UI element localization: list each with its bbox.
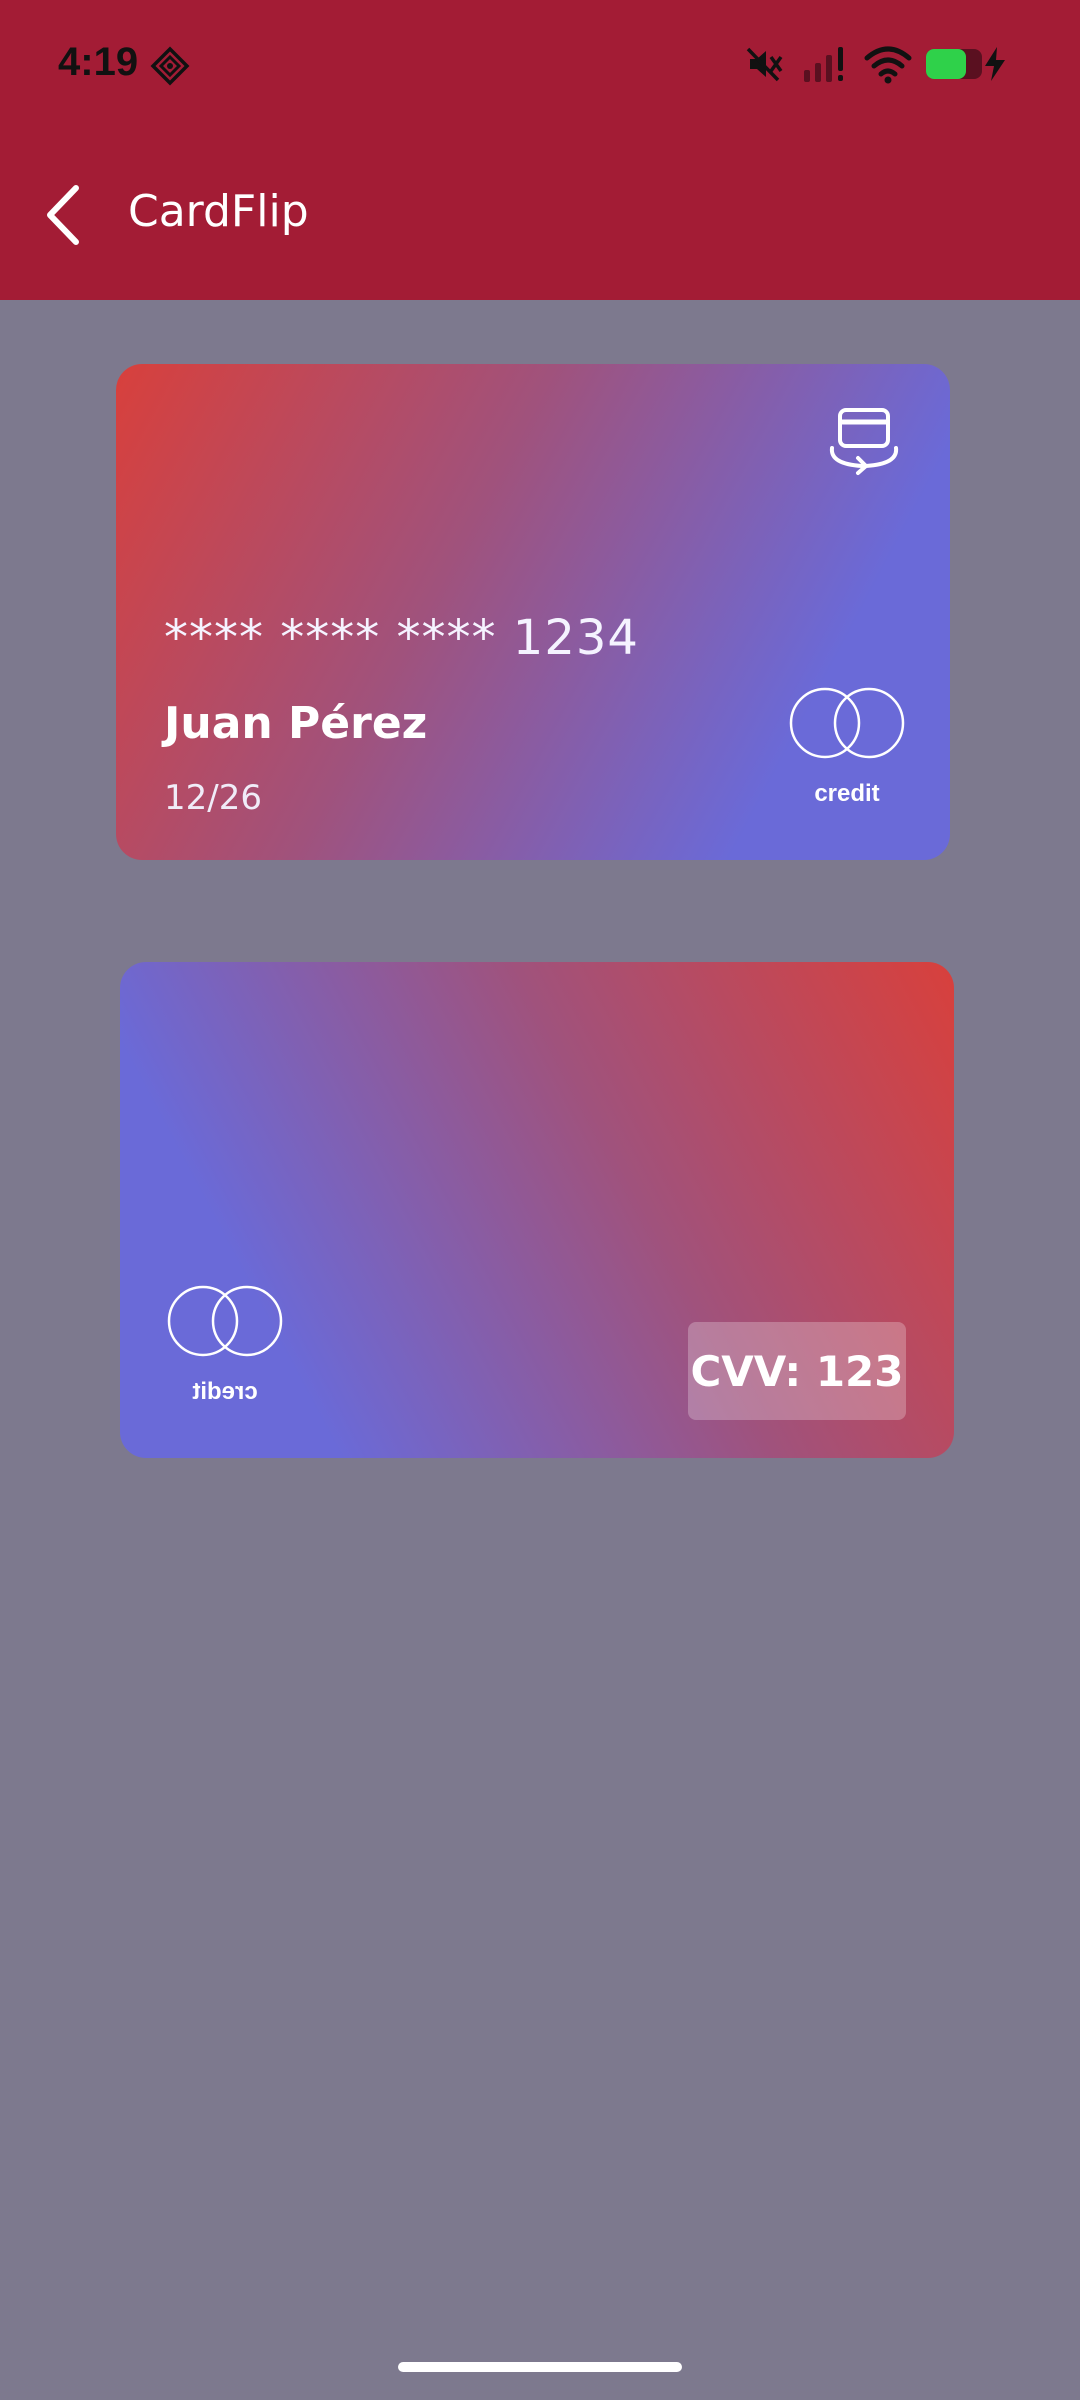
card-holder-name: Juan Pérez bbox=[164, 698, 428, 749]
card-flip-icon[interactable] bbox=[824, 406, 904, 476]
signal-icon bbox=[804, 47, 843, 82]
mute-icon bbox=[746, 47, 783, 82]
card-expiry: 12/26 bbox=[164, 778, 262, 818]
card-brand-icon bbox=[167, 1285, 283, 1357]
wifi-icon bbox=[864, 46, 912, 84]
card-type-label: credit bbox=[814, 780, 880, 807]
status-time: 4:19 bbox=[58, 40, 139, 84]
app-bar: 4:19 CardFlip bbox=[0, 0, 1080, 300]
charging-icon bbox=[985, 47, 1005, 81]
card-front[interactable]: **** **** **** 1234 Juan Pérez 12/26 cre… bbox=[116, 364, 950, 860]
card-type-label-mirrored: credit bbox=[192, 1378, 258, 1405]
home-indicator[interactable] bbox=[398, 2362, 682, 2372]
back-button[interactable] bbox=[40, 182, 90, 248]
cvv-box: CVV: 123 bbox=[688, 1322, 906, 1420]
card-number: **** **** **** 1234 bbox=[164, 610, 639, 666]
status-bar: 4:19 bbox=[0, 0, 1080, 130]
nfc-icon bbox=[150, 46, 190, 86]
battery-icon bbox=[926, 49, 982, 79]
card-back[interactable]: credit CVV: 123 bbox=[120, 962, 954, 1458]
page-title: CardFlip bbox=[128, 186, 309, 237]
card-brand-icon bbox=[789, 687, 905, 759]
